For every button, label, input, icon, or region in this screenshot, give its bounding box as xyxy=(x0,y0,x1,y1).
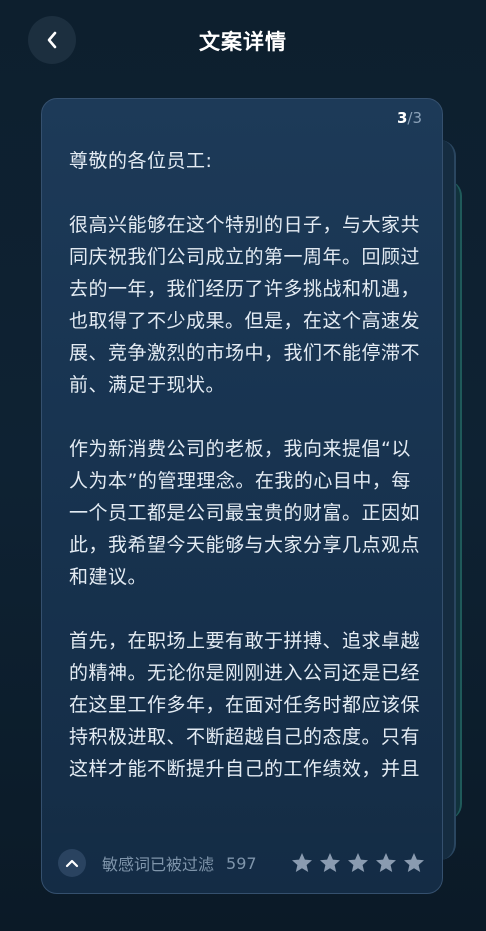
page-counter: 3/3 xyxy=(397,109,422,127)
filter-notice: 敏感词已被过滤 xyxy=(102,855,215,874)
star-icon[interactable] xyxy=(318,851,342,875)
paragraph-greeting: 尊敬的各位员工: xyxy=(69,150,213,172)
page-total: 3 xyxy=(412,109,422,127)
header: 文案详情 xyxy=(0,0,486,84)
card-footer: 敏感词已被过滤 597 xyxy=(42,833,442,893)
star-icon[interactable] xyxy=(290,851,314,875)
copy-content[interactable]: 尊敬的各位员工: 很高兴能够在这个特别的日子，与大家共同庆祝我们公司成立的第一周… xyxy=(69,145,422,835)
page-current: 3 xyxy=(396,109,408,127)
chevron-up-icon xyxy=(65,859,79,868)
content-fade xyxy=(42,793,442,833)
paragraph-3: 首先，在职场上要有敢于拼搏、追求卓越的精神。无论你是刚刚进入公司还是已经在这里工… xyxy=(69,630,421,780)
star-icon[interactable] xyxy=(346,851,370,875)
star-icon[interactable] xyxy=(374,851,398,875)
page-title: 文案详情 xyxy=(199,30,287,54)
paragraph-2: 作为新消费公司的老板，我向来提倡“以人为本”的管理理念。在我的心目中，每一个员工… xyxy=(69,438,421,588)
star-icon[interactable] xyxy=(402,851,426,875)
paragraph-1: 很高兴能够在这个特别的日子，与大家共同庆祝我们公司成立的第一周年。回顾过去的一年… xyxy=(69,214,421,396)
word-count: 597 xyxy=(226,853,257,873)
copy-card: 3/3 尊敬的各位员工: 很高兴能够在这个特别的日子，与大家共同庆祝我们公司成立… xyxy=(41,98,443,894)
rating-stars[interactable] xyxy=(290,851,426,875)
collapse-button[interactable] xyxy=(58,849,86,877)
